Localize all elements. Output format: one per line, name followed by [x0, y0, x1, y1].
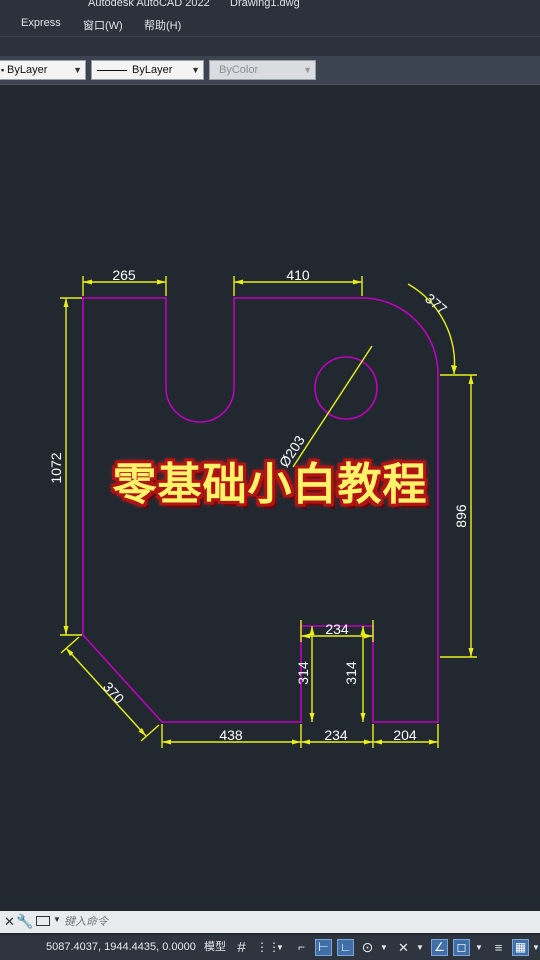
color-dropdown-value: ByLayer — [7, 64, 48, 76]
dim-text-370: 370 — [100, 679, 128, 707]
lineweight-icon[interactable]: ≡ — [490, 939, 507, 956]
dim-arrow — [353, 279, 362, 285]
dim-arrow — [309, 626, 315, 635]
dim-text-bottom-234: 234 — [324, 727, 348, 743]
status-bar: 5087.4037, 1944.4435, 0.0000 模型 # ⋮⋮ ▼ ⌐… — [0, 935, 540, 960]
isodraft-icon[interactable]: ✕ — [395, 939, 412, 956]
dim-arrow — [63, 626, 69, 635]
dim-arrow — [373, 739, 382, 745]
dim-arrow — [301, 633, 310, 639]
wrench-icon[interactable]: 🔧 — [16, 913, 33, 930]
dim-arrow — [364, 633, 373, 639]
lineweight-dropdown[interactable]: ByColor ▼ — [209, 60, 316, 80]
dim-text-204: 204 — [393, 727, 417, 743]
dim-arrow — [301, 739, 310, 745]
chevron-down-icon[interactable]: ▼ — [276, 939, 293, 956]
lineweight-dropdown-value: ByColor — [219, 64, 259, 76]
menu-item-express[interactable]: Express — [21, 17, 61, 29]
properties-toolbar: ▪ ByLayer ▼ ByLayer ▼ ByColor ▼ — [0, 56, 540, 85]
grid-icon[interactable]: # — [233, 939, 250, 956]
model-space-button[interactable]: 模型 — [204, 935, 226, 960]
object-snap-icon[interactable]: ◻ — [453, 939, 470, 956]
document-title: Drawing1.dwg — [230, 0, 300, 9]
close-icon[interactable]: ✕ — [4, 914, 15, 930]
menu-item-help[interactable]: 帮助(H) — [144, 17, 181, 33]
dim-arrows — [63, 279, 474, 745]
dim-arrow — [429, 739, 438, 745]
coordinates-readout: 5087.4037, 1944.4435, 0.0000 — [46, 941, 196, 953]
ribbon-area — [0, 36, 540, 57]
snap-mode-icon[interactable]: ⊢ — [315, 939, 332, 956]
title-bar: Autodesk AutoCAD 2022 Drawing1.dwg — [0, 0, 540, 12]
dim-arrow — [451, 365, 457, 374]
color-dropdown[interactable]: ▪ ByLayer ▼ — [0, 60, 86, 80]
dimensions-layer — [60, 276, 477, 748]
dim-arrow — [63, 298, 69, 307]
dim-text-410: 410 — [286, 267, 310, 283]
dim-arrow — [360, 626, 366, 635]
chevron-down-icon: ▼ — [303, 65, 312, 75]
command-icon[interactable] — [36, 916, 50, 926]
linetype-preview-icon — [97, 70, 127, 71]
polar-icon[interactable]: ⊙ — [359, 939, 376, 956]
chevron-down-icon[interactable]: ▼ — [532, 939, 540, 956]
dim-text-265: 265 — [112, 267, 136, 283]
dim-arrow — [309, 713, 315, 722]
dim-text-438: 438 — [219, 727, 243, 743]
menu-bar: Express 窗口(W) 帮助(H) — [0, 12, 540, 36]
app-title: Autodesk AutoCAD 2022 — [88, 0, 210, 9]
ortho-icon[interactable]: ∟ — [337, 939, 354, 956]
chevron-down-icon: ▼ — [191, 65, 200, 75]
dim-arrow — [360, 713, 366, 722]
command-line: ✕ 🔧 ▼ — [0, 911, 540, 933]
dim-arrow — [157, 279, 166, 285]
transparency-icon[interactable]: ▦ — [512, 939, 529, 956]
dim-arrow — [162, 739, 171, 745]
linetype-dropdown[interactable]: ByLayer ▼ — [91, 60, 204, 80]
dim-arrow — [364, 739, 373, 745]
dim-arrow — [234, 279, 243, 285]
dim-arrow — [83, 279, 92, 285]
hole-circle — [314, 356, 378, 420]
tutorial-overlay-title: 零基础小白教程 — [112, 460, 428, 509]
chevron-down-icon[interactable]: ▼ — [53, 915, 61, 924]
command-input[interactable] — [64, 914, 524, 930]
dim-text-notch-left: 314 — [295, 661, 311, 685]
dim-arrow — [468, 375, 474, 384]
osnap-icon[interactable]: ∠ — [431, 939, 448, 956]
dim-text-arc: 377 — [422, 290, 450, 317]
infer-icon[interactable]: ⌐ — [293, 939, 310, 956]
dim-arrow — [468, 648, 474, 657]
linetype-dropdown-value: ByLayer — [132, 64, 173, 76]
dim-text-notch-right: 314 — [343, 661, 359, 685]
color-swatch-icon: ▪ — [1, 65, 5, 75]
dim-text-notch-top: 234 — [325, 621, 349, 637]
menu-item-window[interactable]: 窗口(W) — [83, 17, 123, 33]
chevron-down-icon: ▼ — [73, 65, 82, 75]
snap-icon[interactable]: ⋮⋮ — [256, 939, 280, 956]
dim-arrow — [292, 739, 301, 745]
